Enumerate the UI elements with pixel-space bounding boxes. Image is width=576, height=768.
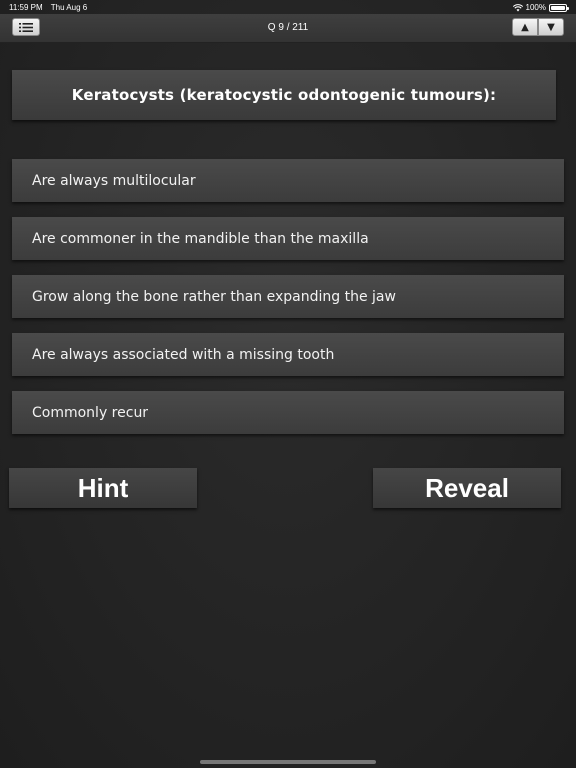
hint-button[interactable]: Hint — [9, 468, 197, 508]
answer-option-3[interactable]: Grow along the bone rather than expandin… — [12, 275, 564, 318]
wifi-icon — [512, 3, 523, 11]
navigation-bar: Q 9 / 211 ▲ ▼ — [0, 14, 576, 43]
question-counter: Q 9 / 211 — [267, 22, 309, 33]
home-indicator[interactable] — [200, 760, 376, 764]
answer-option-label: Grow along the bone rather than expandin… — [32, 288, 396, 305]
answer-option-label: Commonly recur — [32, 404, 149, 421]
answer-option-label: Are commoner in the mandible than the ma… — [32, 230, 369, 247]
answer-option-4[interactable]: Are always associated with a missing too… — [12, 333, 564, 376]
status-time: 11:59 PM — [9, 3, 43, 12]
previous-question-button[interactable]: ▲ — [512, 18, 538, 36]
status-right: 100% — [512, 3, 569, 12]
battery-icon — [549, 3, 569, 12]
question-box: Keratocysts (keratocystic odontogenic tu… — [12, 70, 556, 120]
next-question-button[interactable]: ▼ — [538, 18, 564, 36]
reveal-button[interactable]: Reveal — [373, 468, 561, 508]
up-arrow-icon: ▲ — [521, 21, 529, 33]
status-left: 11:59 PM Thu Aug 6 — [9, 3, 93, 12]
answer-option-2[interactable]: Are commoner in the mandible than the ma… — [12, 217, 564, 260]
answer-option-5[interactable]: Commonly recur — [12, 391, 564, 434]
status-date: Thu Aug 6 — [50, 3, 88, 12]
down-arrow-icon: ▼ — [547, 21, 555, 33]
answer-option-1[interactable]: Are always multilocular — [12, 159, 564, 202]
status-bar: 11:59 PM Thu Aug 6 100% — [0, 0, 576, 14]
battery-percent: 100% — [525, 3, 546, 12]
answer-option-label: Are always associated with a missing too… — [32, 346, 335, 363]
question-text: Keratocysts (keratocystic odontogenic tu… — [71, 86, 497, 104]
answer-option-label: Are always multilocular — [32, 172, 196, 189]
